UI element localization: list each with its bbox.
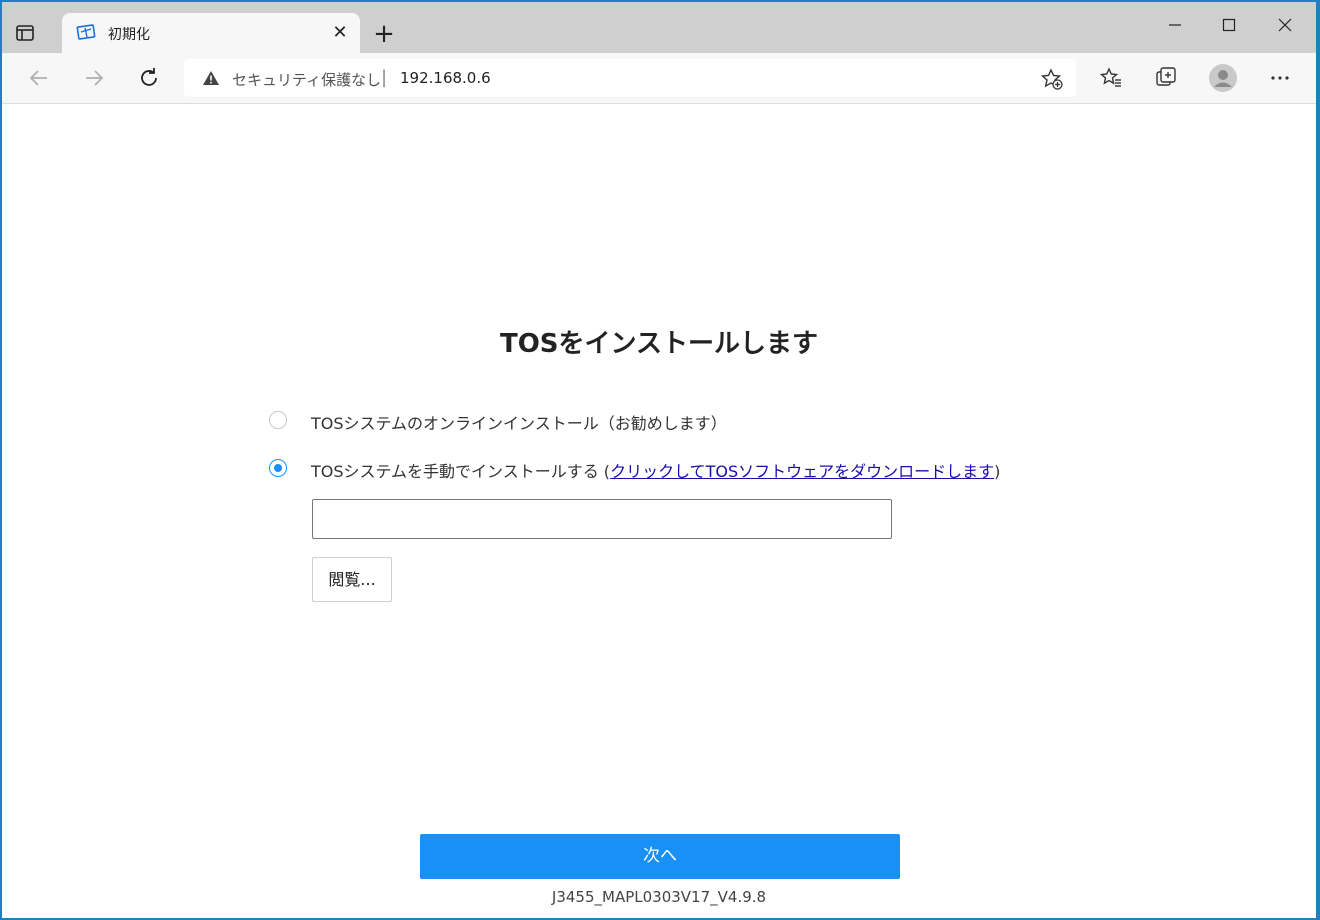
address-separator: | [381,67,388,88]
minimize-button[interactable] [1152,10,1198,40]
page-content: TOSをインストールします TOSシステムのオンラインインストール（お勧めします… [2,104,1316,918]
page-title: TOSをインストールします [499,329,819,359]
maximize-button[interactable] [1206,10,1252,40]
option-online-install[interactable]: TOSシステムのオンラインインストール（お勧めします） [269,410,969,434]
more-icon[interactable] [1267,65,1293,91]
security-status[interactable]: セキュリティ保護なし [232,69,381,90]
tab-actions-icon[interactable] [14,22,36,44]
option-online-install-label: TOSシステムのオンラインインストール（お勧めします） [311,414,727,433]
browse-button[interactable]: 閲覧... [312,557,392,602]
collections-icon[interactable] [1153,65,1179,91]
radio-manual-install[interactable] [269,459,287,477]
tab-title: 初期化 [108,27,150,43]
refresh-icon[interactable] [136,65,162,91]
radio-online-install[interactable] [269,411,287,429]
profile-icon[interactable] [1208,63,1238,93]
favorites-icon[interactable] [1098,65,1124,91]
browser-tab[interactable]: 初期化 ✕ [62,13,360,53]
back-icon[interactable] [26,65,52,91]
tab-close-icon[interactable]: ✕ [328,21,352,45]
forward-icon[interactable] [81,65,107,91]
warning-icon[interactable] [202,70,220,86]
new-tab-button[interactable]: + [368,20,400,52]
url-text[interactable]: 192.168.0.6 [400,69,491,87]
next-button[interactable]: 次へ [420,834,900,879]
option-manual-install[interactable]: TOSシステムを手動でインストールする (クリックしてTOSソフトウェアをダウン… [269,458,1069,482]
manual-install-text: TOSシステムを手動でインストールする ( [311,462,611,481]
file-path-input[interactable] [312,499,892,539]
firmware-version: J3455_MAPL0303V17_V4.9.8 [551,888,767,906]
browser-window: 初期化 ✕ + セキュリティ保護なし | 192.168.0.6 TOSをインス… [2,2,1316,918]
address-bar[interactable]: セキュリティ保護なし | 192.168.0.6 [184,59,1076,97]
page-favicon-icon [76,23,96,43]
manual-install-suffix: ) [994,462,1001,481]
download-tos-link[interactable]: クリックしてTOSソフトウェアをダウンロードします [610,462,994,481]
add-favorite-icon[interactable] [1040,67,1064,91]
tab-bar: 初期化 ✕ + [2,2,1316,53]
browser-toolbar: セキュリティ保護なし | 192.168.0.6 [2,53,1316,104]
option-manual-install-label: TOSシステムを手動でインストールする (クリックしてTOSソフトウェアをダウン… [311,458,1000,482]
close-window-button[interactable] [1262,10,1308,40]
